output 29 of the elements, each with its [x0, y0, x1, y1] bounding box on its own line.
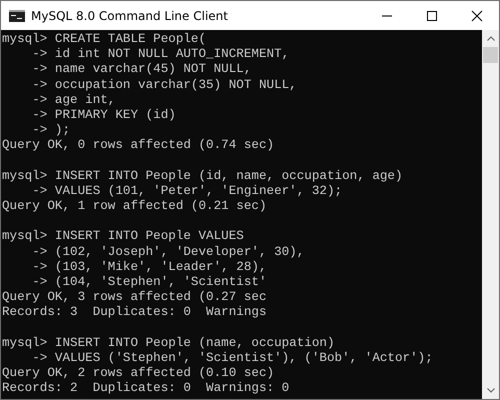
console-line: -> (104, 'Stephen', 'Scientist' — [31, 275, 268, 290]
console-line: Query OK, 1 row affected (0.21 sec) — [2, 199, 268, 214]
console-line: -> PRIMARY KEY (id) — [31, 108, 177, 124]
scroll-up-icon[interactable] — [486, 36, 494, 41]
console-line: -> name varchar(45) NOT NULL, — [31, 62, 252, 78]
console-line: mysql> INSERT INTO People VALUES — [2, 229, 245, 245]
window-title: MySQL 8.0 Command Line Client — [31, 8, 229, 22]
scroll-down-icon[interactable] — [486, 388, 494, 393]
console-line: Query OK, 2 rows affected (0.10 sec) — [2, 366, 276, 382]
console-line: -> (103, 'Mike', 'Leader', 28), — [31, 260, 268, 275]
scroll-thumb[interactable] — [483, 47, 498, 63]
console-line: Records: 3 Duplicates: 0 Warnings — [2, 305, 268, 321]
console-line: Records: 2 Duplicates: 0 Warnings: 0 — [2, 381, 290, 396]
close-icon[interactable] — [470, 10, 482, 22]
scrollbar[interactable] — [482, 30, 499, 399]
console-icon — [9, 10, 25, 22]
maximize-icon[interactable] — [426, 10, 438, 22]
console-line: -> id int NOT NULL AUTO_INCREMENT, — [31, 47, 290, 62]
console-line: Query OK, 0 rows affected (0.74 sec) — [2, 138, 276, 154]
console-line: -> age int, — [31, 92, 116, 108]
console-line: -> VALUES ('Stephen', 'Scientist'), ('Bob', 'Actor'); — [31, 350, 434, 366]
console-line: -> VALUES (101, 'Peter', 'Engineer', 32); — [31, 184, 344, 200]
console-line: -> (102, 'Joseph', 'Developer', 30), — [31, 244, 306, 260]
console-line: mysql> INSERT INTO People (id, name, occupation, age) — [2, 168, 404, 184]
console-line: Query OK, 3 rows affected (0.27 sec — [2, 290, 268, 306]
console-line: -> ); — [31, 123, 72, 138]
console-line: mysql> INSERT INTO People (name, occupation) — [2, 336, 336, 351]
console-line: -> occupation varchar(35) NOT NULL, — [31, 78, 298, 93]
console-line: mysql> CREATE TABLE People( — [2, 32, 208, 48]
